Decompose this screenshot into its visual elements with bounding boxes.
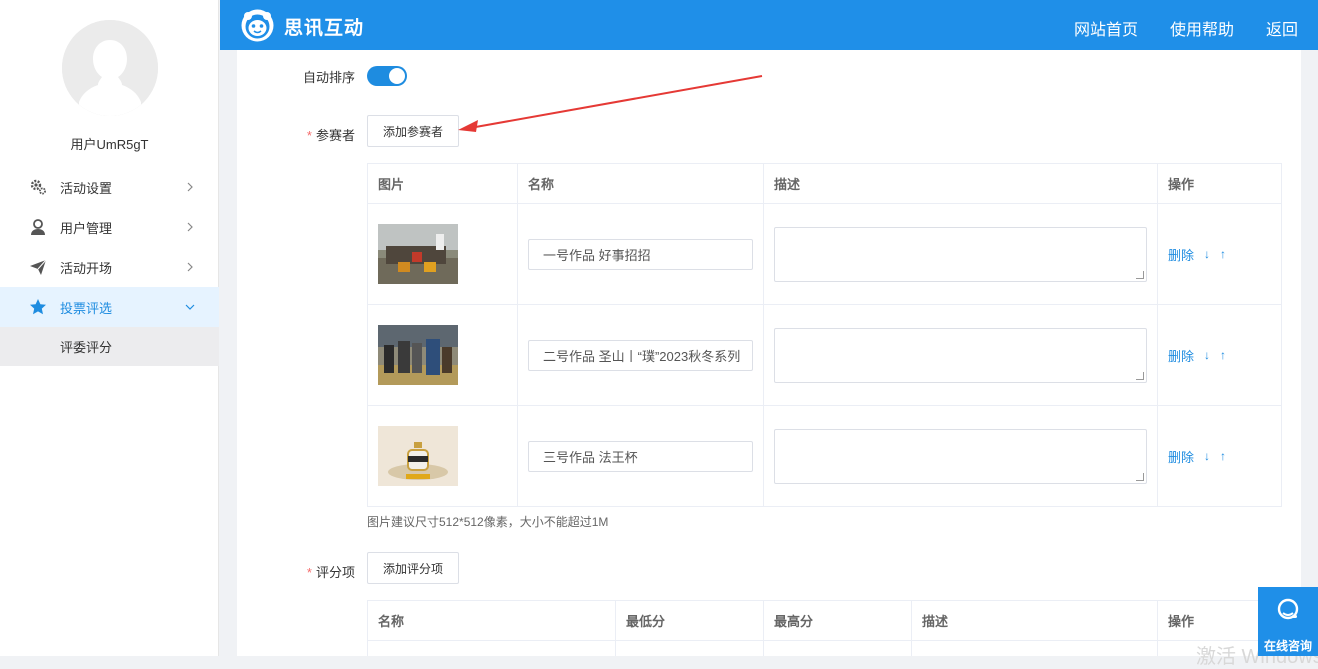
delete-link[interactable]: 删除 [1168, 447, 1194, 466]
move-up-icon[interactable]: ↑ [1220, 348, 1226, 362]
auto-sort-label: 自动排序 [302, 70, 355, 85]
column-header-actions: 操作 [1157, 163, 1282, 204]
image-cell [367, 203, 518, 305]
participant-description-textarea[interactable] [774, 327, 1147, 383]
required-mark: * [306, 565, 312, 580]
name-cell: 二号作品 圣山丨“璞”2023秋冬系列 [517, 304, 764, 406]
nav-help-link[interactable]: 使用帮助 [1170, 16, 1234, 40]
participants-label-text: 参赛者 [315, 128, 355, 143]
chevron-right-icon [187, 262, 193, 272]
nav-back-link[interactable]: 返回 [1266, 16, 1298, 40]
participant-description-textarea[interactable] [774, 428, 1147, 484]
score-items-label-text: 评分项 [315, 565, 355, 580]
sidebar-menu: 活动设置 用户管理 活动开场 投票评选 评委评分 [0, 167, 219, 366]
participant-thumbnail[interactable] [378, 426, 458, 486]
participant-thumbnail[interactable] [378, 224, 458, 284]
score-items-label: * 评分项 [277, 562, 355, 581]
table-row: 一号作品 好事招招 删除 ↓ ↑ [367, 203, 1282, 305]
move-down-icon[interactable]: ↓ [1204, 348, 1210, 362]
sidebar-item-label: 活动开场 [60, 260, 113, 276]
description-cell [763, 203, 1158, 305]
score-items-table: 名称 最低分 最高分 描述 操作 [367, 600, 1282, 656]
chevron-down-icon [185, 304, 195, 310]
actions-cell: 删除 ↓ ↑ [1157, 304, 1282, 406]
move-up-icon[interactable]: ↑ [1220, 247, 1226, 261]
column-header-name: 名称 [517, 163, 764, 204]
online-consult-widget[interactable]: 在线咨询 [1258, 587, 1318, 656]
column-header-name: 名称 [367, 600, 616, 641]
score-max-cell [763, 640, 912, 656]
move-down-icon[interactable]: ↓ [1204, 247, 1210, 261]
participants-table: 图片 名称 描述 操作 一号作品 好事招招 删除 ↓ ↑ 二号作品 圣山丨“璞”… [367, 163, 1282, 507]
gear-icon [28, 177, 48, 197]
add-participant-button[interactable]: 添加参赛者 [367, 115, 459, 147]
sidebar-item-label: 投票评选 [60, 300, 113, 316]
paper-plane-icon [28, 257, 48, 277]
nav-home-link[interactable]: 网站首页 [1074, 16, 1138, 40]
chevron-right-icon [187, 222, 193, 232]
online-consult-label: 在线咨询 [1263, 639, 1312, 653]
description-cell [763, 405, 1158, 507]
name-cell: 三号作品 法王杯 [517, 405, 764, 507]
sidebar-item-voting[interactable]: 投票评选 [0, 287, 219, 327]
sidebar-item-user-management[interactable]: 用户管理 [0, 207, 219, 247]
image-size-hint: 图片建议尺寸512*512像素，大小不能超过1M [367, 515, 609, 529]
column-header-max-score: 最高分 [763, 600, 912, 641]
participant-name-input[interactable]: 一号作品 好事招招 [528, 238, 753, 270]
participant-name-input[interactable]: 二号作品 圣山丨“璞”2023秋冬系列 [528, 339, 753, 371]
main-content: 自动排序 * 参赛者 添加参赛者 图片 名称 描述 操作 一号作品 好事招招 删… [237, 50, 1301, 656]
default-avatar-icon [62, 20, 158, 116]
column-header-description: 描述 [763, 163, 1158, 204]
column-header-image: 图片 [367, 163, 518, 204]
description-cell [763, 304, 1158, 406]
move-down-icon[interactable]: ↓ [1204, 449, 1210, 463]
avatar[interactable] [62, 20, 158, 116]
brand-name: 思讯互动 [284, 18, 365, 39]
participant-thumbnail[interactable] [378, 325, 458, 385]
image-cell [367, 405, 518, 507]
star-icon [28, 297, 48, 317]
sidebar-item-label: 活动设置 [60, 180, 113, 196]
delete-link[interactable]: 删除 [1168, 346, 1194, 365]
score-name-cell [367, 640, 616, 656]
image-cell [367, 304, 518, 406]
sidebar-subitem-judge-scoring[interactable]: 评委评分 [0, 327, 219, 366]
chevron-right-icon [187, 182, 193, 192]
column-header-min-score: 最低分 [615, 600, 764, 641]
participant-name-input[interactable]: 三号作品 法王杯 [528, 440, 753, 472]
top-nav: 网站首页 使用帮助 返回 [1074, 16, 1298, 40]
column-header-description: 描述 [911, 600, 1158, 641]
user-icon [28, 217, 48, 237]
participant-description-textarea[interactable] [774, 226, 1147, 282]
score-min-cell [615, 640, 764, 656]
auto-sort-toggle[interactable] [367, 66, 407, 86]
sidebar-item-activity-settings[interactable]: 活动设置 [0, 167, 219, 207]
required-mark: * [306, 128, 312, 143]
name-cell: 一号作品 好事招招 [517, 203, 764, 305]
sidebar: 用户UmR5gT 活动设置 用户管理 活动开场 投票评选 评委评分 [0, 0, 219, 656]
add-score-item-button[interactable]: 添加评分项 [367, 552, 459, 584]
sidebar-item-label: 用户管理 [60, 220, 113, 236]
actions-cell: 删除 ↓ ↑ [1157, 405, 1282, 507]
top-bar: 思讯互动 网站首页 使用帮助 返回 [220, 0, 1318, 50]
sidebar-item-activity-opening[interactable]: 活动开场 [0, 247, 219, 287]
username: 用户UmR5gT [70, 137, 149, 152]
logo-icon [241, 9, 274, 42]
participants-label: * 参赛者 [277, 125, 355, 144]
table-row: 二号作品 圣山丨“璞”2023秋冬系列 删除 ↓ ↑ [367, 304, 1282, 406]
table-row [367, 640, 1282, 656]
table-row: 三号作品 法王杯 删除 ↓ ↑ [367, 405, 1282, 507]
score-description-cell [911, 640, 1158, 656]
actions-cell: 删除 ↓ ↑ [1157, 203, 1282, 305]
delete-link[interactable]: 删除 [1168, 245, 1194, 264]
headset-icon [1277, 598, 1299, 620]
move-up-icon[interactable]: ↑ [1220, 449, 1226, 463]
